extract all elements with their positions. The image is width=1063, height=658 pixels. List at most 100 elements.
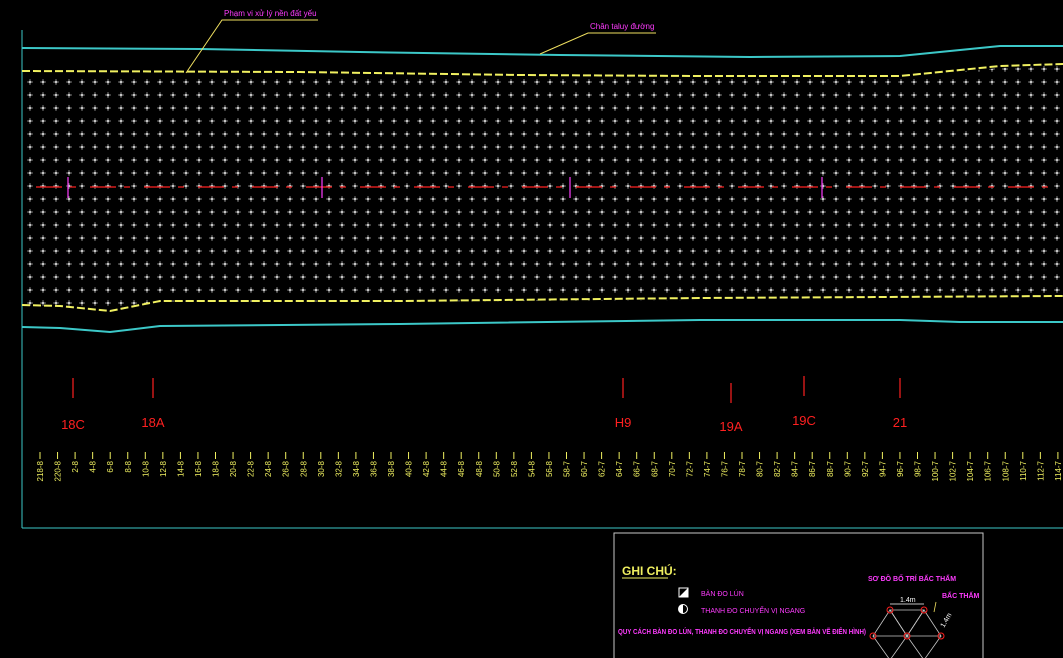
station-38-8: 38-8 [387,452,396,477]
station-86-7: 86-7 [808,452,817,477]
station-78-7: 78-7 [738,452,747,477]
station-label: 30-8 [317,460,326,477]
station-label: 64-7 [615,460,624,477]
marker-label: 19A [719,419,742,434]
wick-spacing-label: 1.4m [900,597,916,604]
station-76-7: 76-7 [720,452,729,477]
station-84-7: 84-7 [791,452,800,477]
station-label: 88-7 [826,460,835,477]
station-label: 32-8 [334,460,343,477]
station-label: 26-8 [282,460,291,477]
legend-item-displacement-label: THANH ĐO CHUYỂN VỊ NGANG [701,606,805,615]
station-88-7: 88-7 [826,452,835,477]
station-label: 108-7 [1001,460,1010,481]
station-96-7: 96-7 [896,452,905,477]
wick-layout-title: SƠ ĐỒ BỐ TRÍ BẤC THẤM [868,573,956,583]
station-26-8: 26-8 [282,452,291,477]
station-label: 90-7 [843,460,852,477]
station-label: 60-7 [580,460,589,477]
station-label: 106-7 [984,460,993,481]
station-34-8: 34-8 [352,452,361,477]
station-8-8: 8-8 [124,452,133,473]
station-14-8: 14-8 [176,452,185,477]
station-label: 74-7 [703,460,712,477]
station-label: 34-8 [352,460,361,477]
marker-label: 18C [61,417,85,432]
station-30-8: 30-8 [317,452,326,477]
station-label: 78-7 [738,460,747,477]
station-50-8: 50-8 [492,452,501,477]
station-36-8: 36-8 [369,452,378,477]
station-label: 100-7 [931,460,940,481]
station-54-8: 54-8 [527,452,536,477]
station-label: 2-8 [71,460,80,472]
station-label: 6-8 [106,460,115,472]
station-104-7: 104-7 [966,452,975,481]
legend-title: GHI CHÚ: [622,563,677,578]
station-label: 38-8 [387,460,396,477]
station-114-7: 114-7 [1054,452,1063,481]
station-label: 16-8 [194,460,203,477]
markers: 18C 18A H9 19A 19C 21 [61,376,907,434]
station-label: 114-7 [1054,460,1063,480]
station-label: 58-7 [563,460,572,477]
station-label: 4-8 [89,460,98,472]
station-22-8: 22-8 [247,452,256,477]
station-24-8: 24-8 [264,452,273,477]
station-12-8: 12-8 [159,452,168,477]
station-48-8: 48-8 [475,452,484,477]
station-label: 62-7 [598,460,607,477]
road-edge-bottom [21,319,1063,334]
marker-label: H9 [615,415,632,430]
wick-layout-diagram: SƠ ĐỒ BỐ TRÍ BẤC THẤM 1.4m BẤC THẤM 1.4m [868,573,979,658]
station-10-8: 10-8 [141,452,150,477]
station-label: 98-7 [914,460,923,477]
station-112-7: 112-7 [1036,452,1045,481]
station-92-7: 92-7 [861,452,870,477]
station-axis: 218-8 220-8 2-8 4-8 6-8 8-8 10-8 12-8 14-8 16-8 18… [36,452,1063,481]
station-100-7: 100-7 [931,452,940,481]
station-label: 110-7 [1019,460,1028,480]
station-label: 36-8 [369,460,378,477]
station-72-7: 72-7 [685,452,694,477]
station-56-8: 56-8 [545,452,554,477]
callout-road-toe: Chân taluy đường [539,22,656,55]
legend-box: GHI CHÚ: BÀN ĐO LÚN THANH ĐO CHUYỂN VỊ N… [613,532,984,658]
station-label: 52-8 [510,460,519,477]
station-label: 20-8 [229,460,238,477]
station-66-7: 66-7 [633,452,642,477]
station-20-8: 20-8 [229,452,238,477]
station-60-7: 60-7 [580,452,589,477]
legend-item-displacement: THANH ĐO CHUYỂN VỊ NGANG [678,604,805,615]
station-58-7: 58-7 [563,452,572,477]
station-label: 70-7 [668,460,677,477]
station-label: 84-7 [791,460,800,477]
station-label: 80-7 [756,460,765,477]
station-74-7: 74-7 [703,452,712,477]
station-94-7: 94-7 [878,452,887,477]
station-70-7: 70-7 [668,452,677,477]
station-218-8: 218-8 [36,452,45,481]
legend-spec-note: QUY CÁCH BÀN ĐO LÚN, THANH ĐO CHUYỂN VỊ … [618,627,866,636]
station-label: 220-8 [54,460,63,481]
station-label: 48-8 [475,460,484,477]
station-label: 56-8 [545,460,554,477]
marker-h9: H9 [615,378,632,430]
station-220-8: 220-8 [54,452,63,481]
station-label: 22-8 [247,460,256,477]
station-label: 18-8 [212,460,221,477]
station-68-7: 68-7 [650,452,659,477]
road-edge-top [21,45,1063,59]
station-62-7: 62-7 [598,452,607,477]
marker-19c: 19C [792,376,816,428]
station-label: 44-8 [440,460,449,477]
station-6-8: 6-8 [106,452,115,473]
station-80-7: 80-7 [756,452,765,477]
station-label: 14-8 [176,460,185,477]
station-52-8: 52-8 [510,452,519,477]
station-label: 50-8 [492,460,501,477]
station-2-8: 2-8 [71,452,80,473]
cad-drawing: Phạm vi xử lý nền đất yếu Chân taluy đườ… [21,9,1063,658]
station-label: 218-8 [36,460,45,481]
station-label: 10-8 [141,460,150,477]
